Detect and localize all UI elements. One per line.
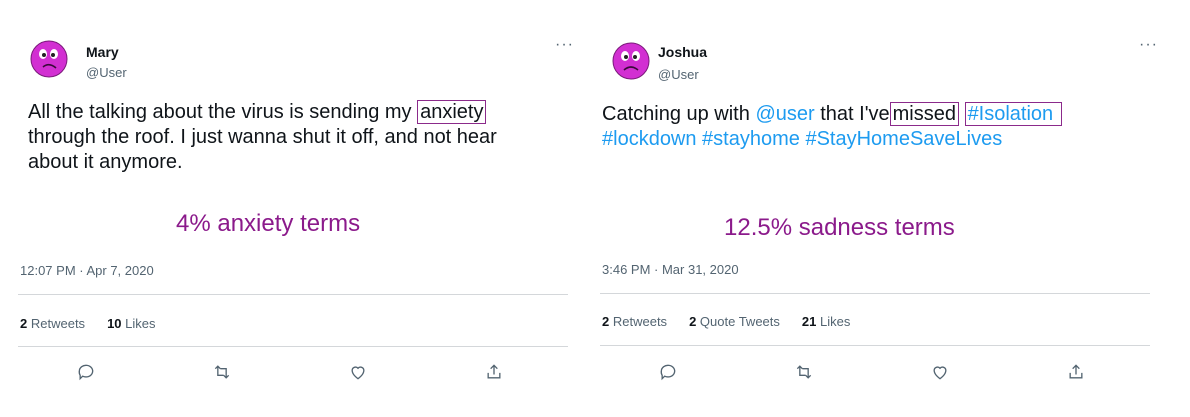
user-name[interactable]: Joshua — [658, 44, 707, 60]
divider — [600, 345, 1150, 346]
like-button[interactable] — [290, 362, 426, 382]
likes-stat[interactable]: 10 Likes — [107, 316, 155, 331]
like-icon — [351, 366, 365, 380]
engagement-stats: 2 Retweets 10 Likes — [20, 316, 156, 331]
tweet-text-line: through the roof. I just wanna shut it o… — [28, 126, 497, 148]
action-bar — [18, 362, 562, 382]
highlighted-term: missed — [889, 102, 959, 126]
tweet-text-line: about it anymore. — [28, 151, 183, 173]
retweet-button[interactable] — [154, 362, 290, 382]
share-icon — [1069, 364, 1083, 379]
retweets-stat[interactable]: 2 Retweets — [602, 314, 667, 329]
timestamp[interactable]: 12:07 PM · Apr 7, 2020 — [20, 263, 154, 278]
tweet-text-part: that I've — [820, 103, 890, 125]
highlighted-term: anxiety — [417, 100, 487, 124]
share-button[interactable] — [1008, 362, 1144, 382]
action-bar — [600, 362, 1144, 382]
engagement-stats: 2 Retweets 2 Quote Tweets 21 Likes — [602, 314, 850, 329]
tweet-text-part: Catching up with — [602, 103, 750, 125]
likes-stat[interactable]: 21 Likes — [802, 314, 850, 329]
avatar[interactable] — [612, 42, 650, 80]
retweet-icon — [214, 365, 230, 379]
more-icon[interactable]: ··· — [1139, 36, 1158, 54]
like-button[interactable] — [872, 362, 1008, 382]
tweet-text: All the talking about the virus is sendi… — [28, 100, 497, 175]
retweet-button[interactable] — [736, 362, 872, 382]
share-icon — [487, 364, 501, 379]
quote-tweets-stat[interactable]: 2 Quote Tweets — [689, 314, 780, 329]
reply-button[interactable] — [18, 362, 154, 382]
term-percentage-label: 12.5% sadness terms — [724, 214, 955, 241]
reply-icon — [78, 364, 94, 381]
reply-button[interactable] — [600, 362, 736, 382]
divider — [18, 294, 568, 295]
more-icon[interactable]: ··· — [555, 36, 574, 54]
timestamp[interactable]: 3:46 PM · Mar 31, 2020 — [602, 262, 739, 277]
user-handle[interactable]: @User — [658, 67, 699, 82]
user-name[interactable]: Mary — [86, 44, 119, 60]
divider — [600, 293, 1150, 294]
mention-link[interactable]: @user — [755, 103, 814, 125]
hashtag-link[interactable]: #Isolation — [964, 102, 1063, 126]
retweet-icon — [796, 365, 812, 379]
reply-icon — [660, 364, 676, 381]
tweet-card-joshua: Joshua @User ··· Catching up with @user … — [600, 0, 1160, 417]
term-percentage-label: 4% anxiety terms — [176, 210, 361, 237]
share-button[interactable] — [426, 362, 562, 382]
like-icon — [933, 366, 947, 380]
tweet-text-part: All the talking about the virus is sendi… — [28, 101, 412, 123]
retweets-stat[interactable]: 2 Retweets — [20, 316, 85, 331]
divider — [18, 346, 568, 347]
tweet-text: Catching up with @user that I've missed #… — [602, 102, 1063, 152]
user-handle[interactable]: @User — [86, 65, 127, 80]
hashtag-links[interactable]: #lockdown #stayhome #StayHomeSaveLives — [602, 127, 1062, 152]
avatar[interactable] — [30, 40, 68, 78]
tweet-card-mary: Mary @User ··· All the talking about the… — [18, 0, 584, 417]
